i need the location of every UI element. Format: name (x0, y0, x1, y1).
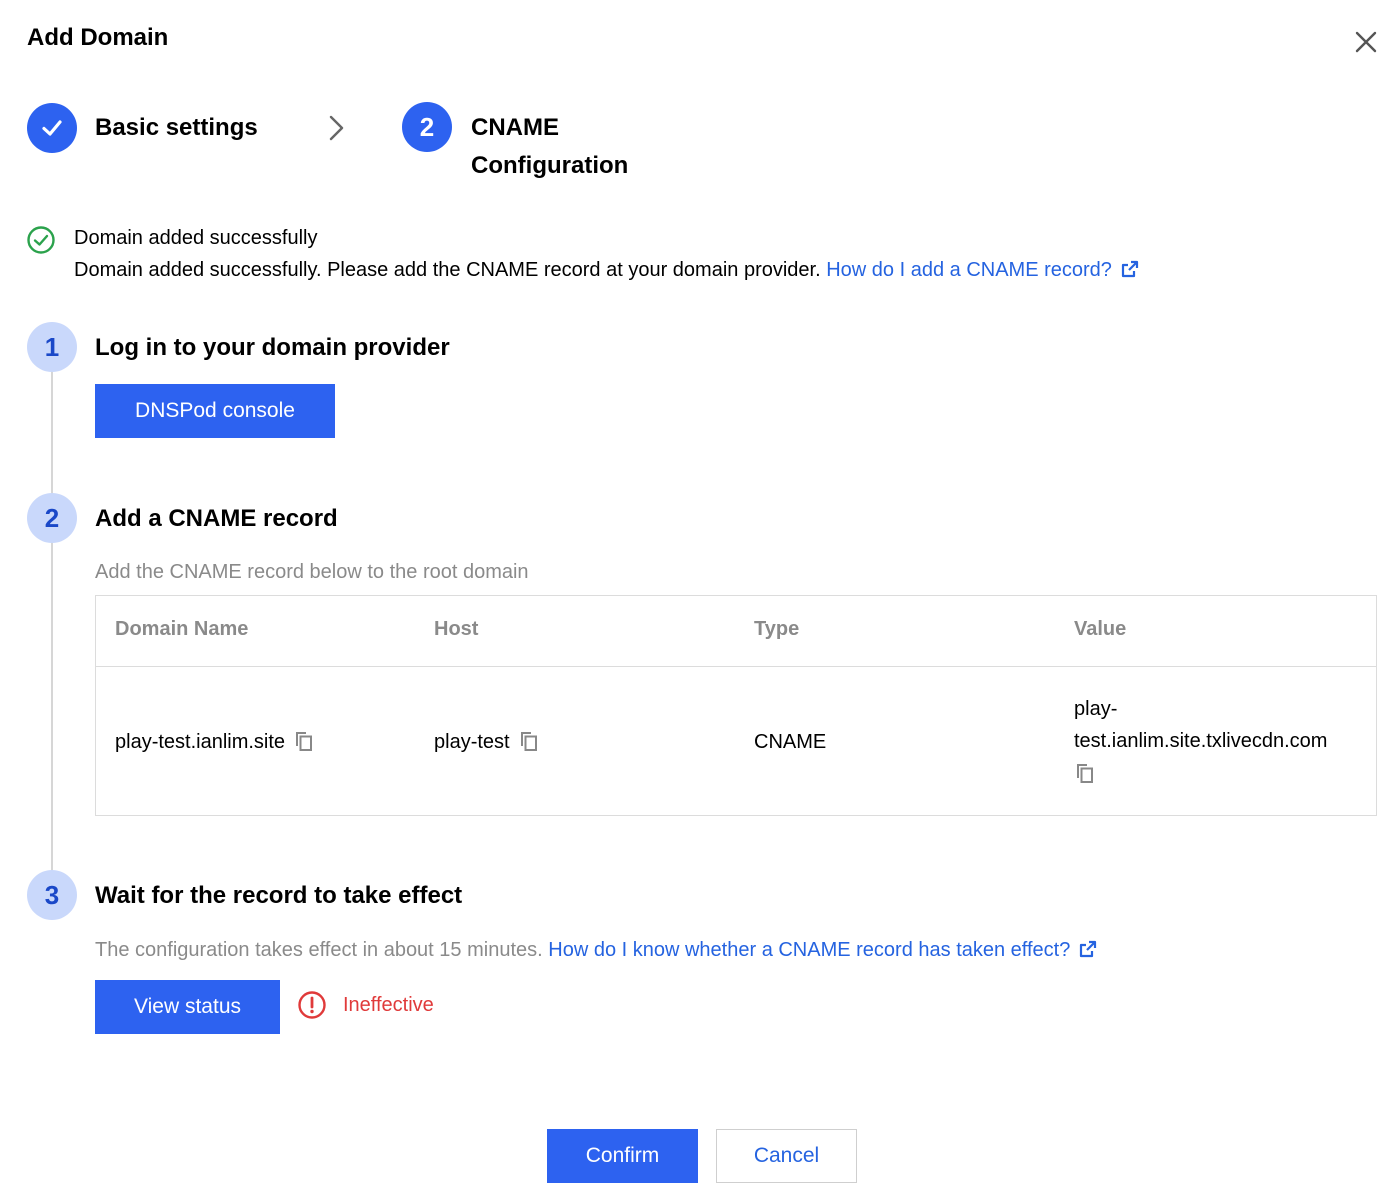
cell-type: CNAME (754, 731, 827, 753)
step-label-line2: Configuration (471, 152, 629, 179)
cname-effect-help-link[interactable]: How do I know whether a CNAME record has… (548, 939, 1098, 961)
section-2-title: Add a CNAME record (95, 505, 338, 532)
section-2-number: 2 (27, 493, 77, 543)
cancel-button[interactable]: Cancel (716, 1129, 857, 1183)
step-timeline (51, 360, 53, 890)
cname-record-table: Domain Name Host Type Value play-test.ia… (95, 595, 1377, 816)
header-host: Host (434, 618, 479, 640)
chevron-right-icon (329, 115, 344, 141)
step-active-indicator: 2 (402, 102, 452, 152)
warning-circle-icon (298, 991, 326, 1019)
copy-icon[interactable] (1074, 761, 1096, 785)
header-type: Type (754, 618, 800, 640)
domain-name-text: play-test.ianlim.site (115, 731, 286, 753)
external-link-icon (1121, 260, 1139, 278)
cell-value: play- test.ianlim.site.txlivecdn.com (1074, 693, 1327, 790)
value-text-line2: test.ianlim.site.txlivecdn.com (1074, 730, 1328, 752)
value-text-line1: play- (1074, 698, 1118, 720)
section-3-hint-text: The configuration takes effect in about … (95, 939, 543, 961)
notice-text: Domain added successfully. Please add th… (74, 256, 1140, 284)
add-cname-help-link-text: How do I add a CNAME record? (826, 259, 1112, 281)
success-check-icon (27, 226, 55, 254)
cell-host: play-test (434, 726, 540, 758)
section-2-hint: Add the CNAME record below to the root d… (95, 561, 529, 583)
step-label-line1: CNAME (471, 114, 559, 141)
copy-icon[interactable] (518, 729, 540, 753)
record-status: Ineffective (297, 990, 434, 1020)
confirm-button[interactable]: Confirm (547, 1129, 698, 1183)
section-1-number: 1 (27, 322, 77, 372)
notice-message: Domain added successfully. Please add th… (74, 259, 821, 281)
cell-domain-name: play-test.ianlim.site (115, 726, 315, 758)
copy-icon[interactable] (293, 729, 315, 753)
header-domain-name: Domain Name (115, 618, 249, 640)
section-3-number: 3 (27, 870, 77, 920)
host-text: play-test (434, 731, 510, 753)
step-cname-configuration-label: CNAME Configuration (471, 109, 628, 185)
add-cname-help-link[interactable]: How do I add a CNAME record? (826, 259, 1140, 281)
section-3-hint: The configuration takes effect in about … (95, 936, 1098, 964)
check-icon (42, 120, 62, 136)
dialog-title: Add Domain (27, 24, 169, 51)
notice-title: Domain added successfully (74, 227, 318, 249)
dnspod-console-button[interactable]: DNSPod console (95, 384, 335, 438)
step-basic-settings-label: Basic settings (95, 114, 258, 141)
header-value: Value (1074, 618, 1127, 640)
step-done-indicator (27, 103, 77, 153)
cname-effect-help-link-text: How do I know whether a CNAME record has… (548, 939, 1071, 961)
section-3-title: Wait for the record to take effect (95, 882, 463, 909)
close-icon[interactable] (1352, 28, 1380, 56)
view-status-button[interactable]: View status (95, 980, 280, 1034)
status-text: Ineffective (343, 993, 434, 1016)
external-link-icon (1080, 940, 1097, 958)
table-header: Domain Name Host Type Value (96, 596, 1376, 667)
section-1-title: Log in to your domain provider (95, 334, 450, 361)
